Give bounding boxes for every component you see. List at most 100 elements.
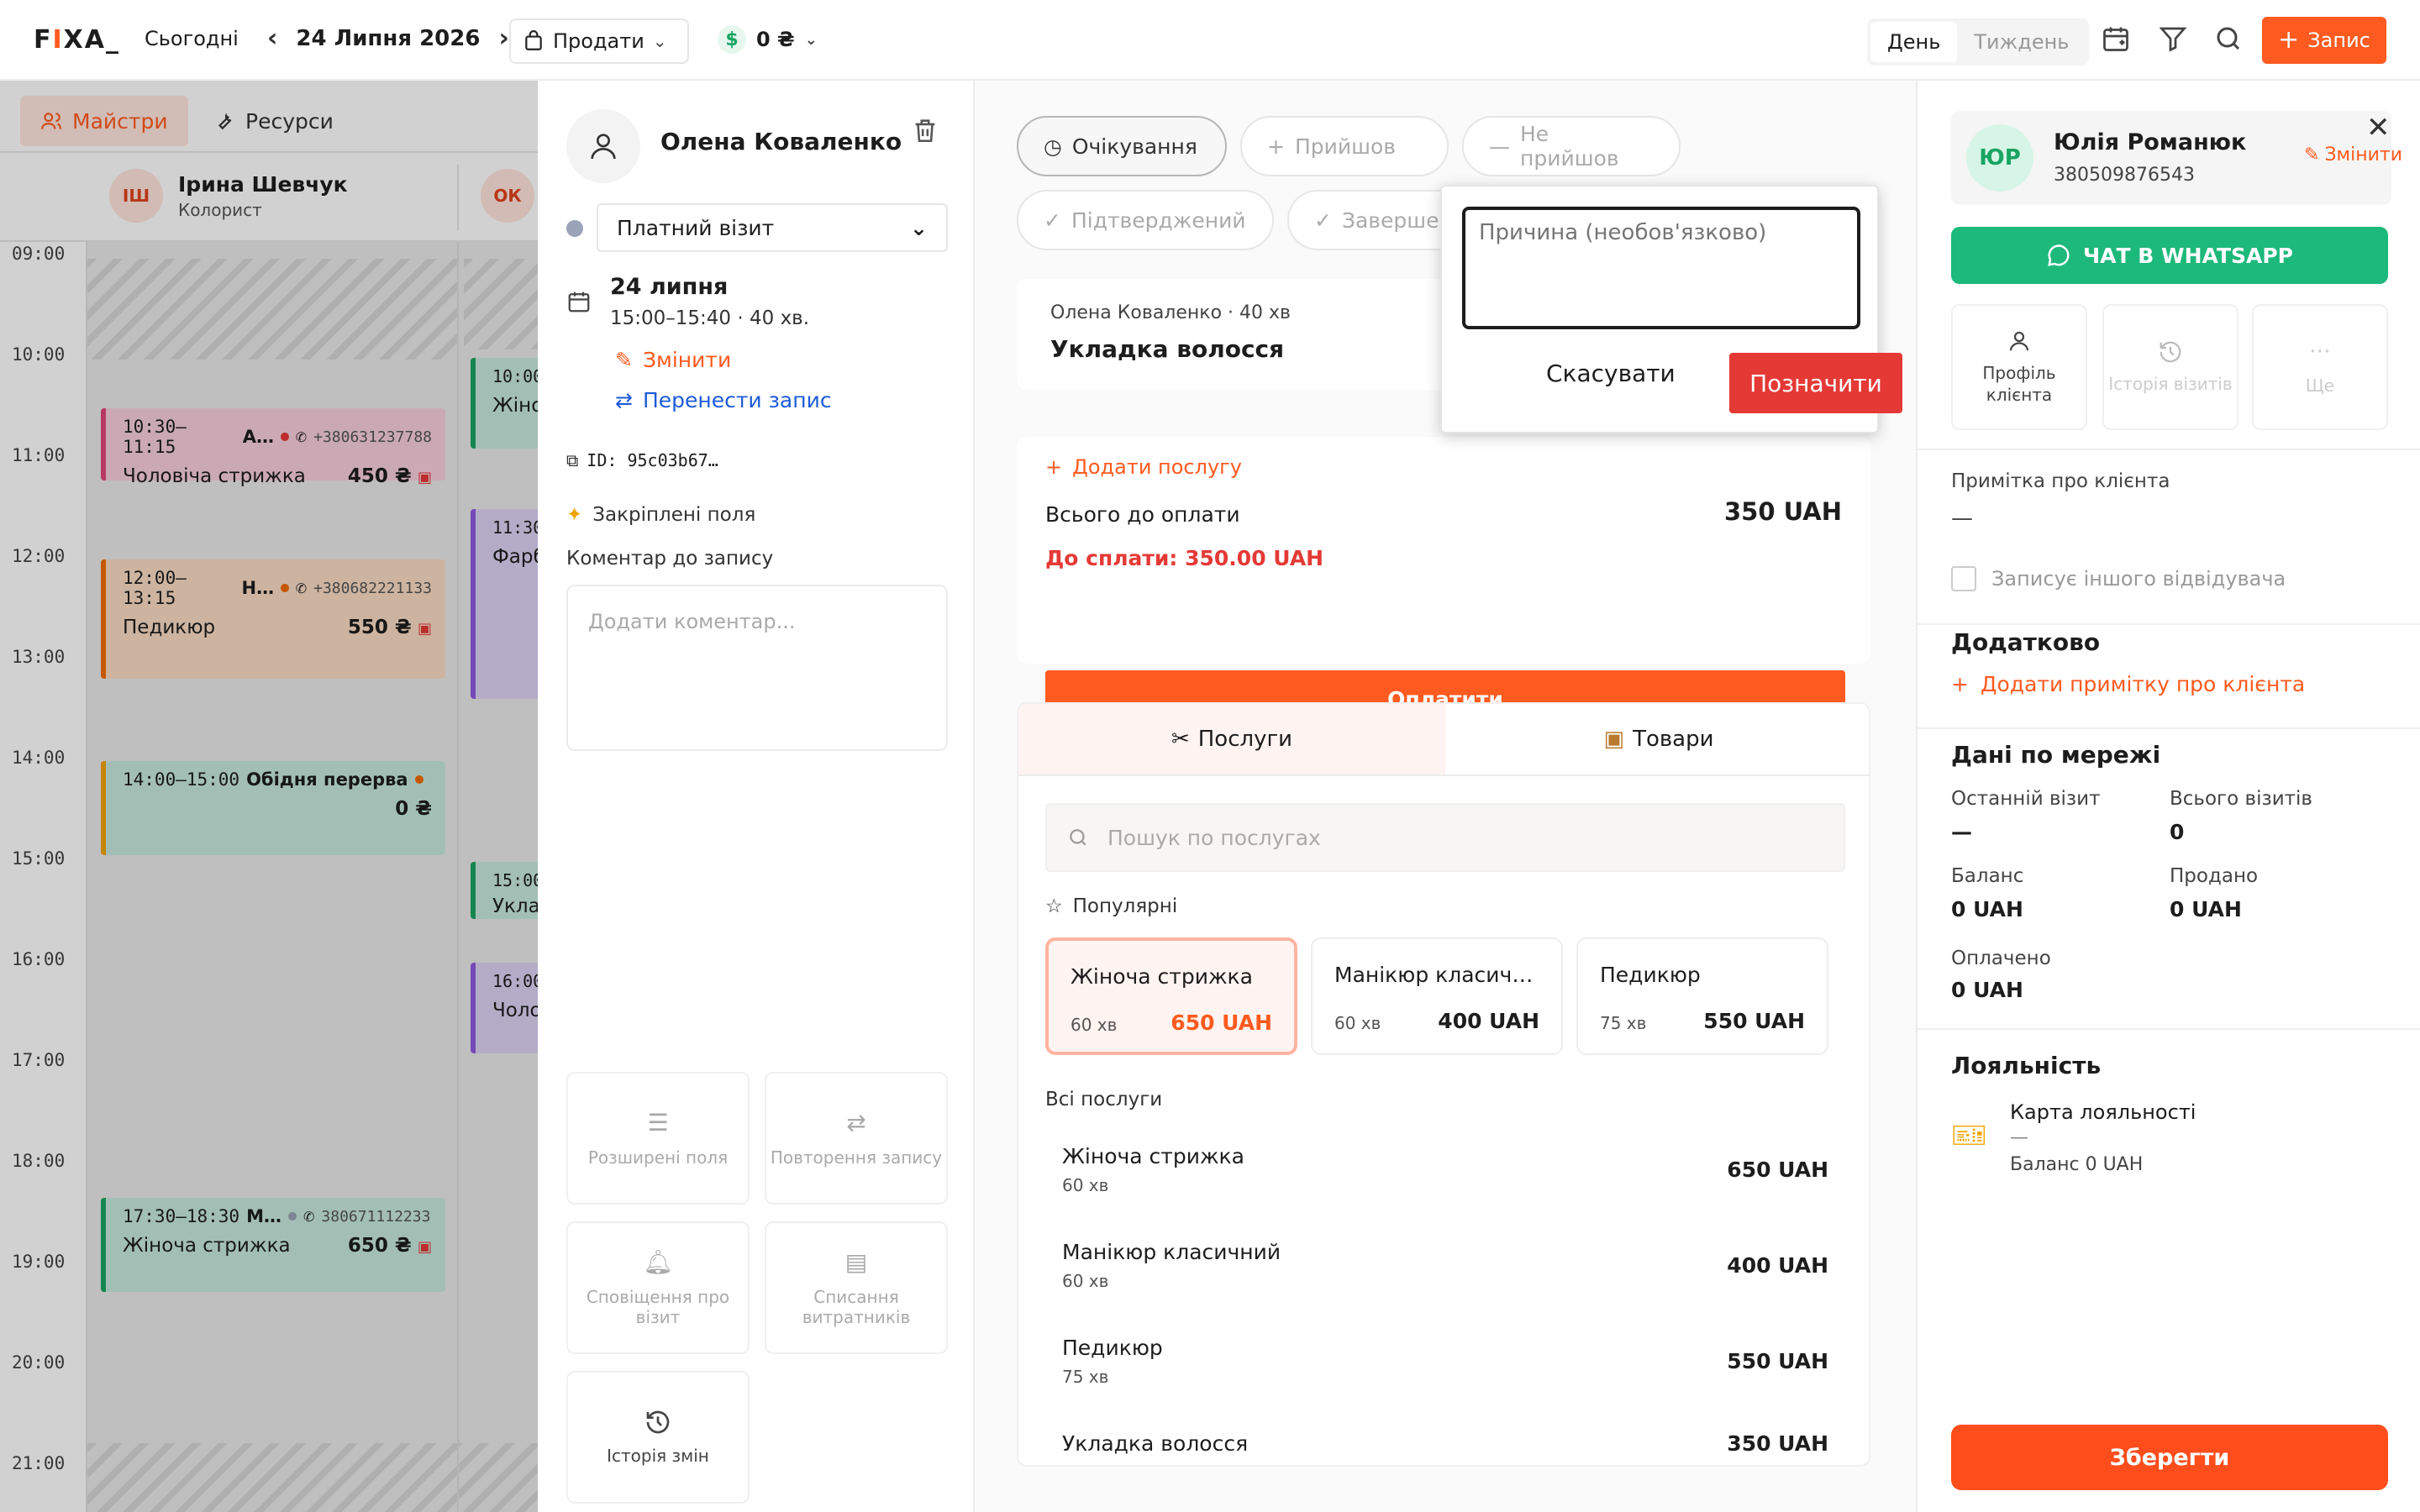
tab-goods[interactable]: ▣ Товари <box>1445 704 1869 776</box>
total-visits-value: 0 <box>2170 820 2185 844</box>
client-note-value[interactable]: — <box>1951 506 1973 531</box>
close-icon[interactable]: ✕ <box>2366 111 2391 144</box>
change-client-link[interactable]: ✎ Змінити <box>2304 144 2402 165</box>
top-bar: FIXA_ Сьогодні ‹ 24 Липня 2026 › Продати… <box>0 0 2420 81</box>
move-appointment-link[interactable]: ⇄ Перенести запис <box>615 388 832 412</box>
paid-label: Оплачено <box>1951 948 2051 969</box>
view-day-button[interactable]: День <box>1870 22 1958 62</box>
popular-service-card[interactable]: Жіноча стрижка 60 хв 650 UAH <box>1045 937 1297 1055</box>
service-row[interactable]: Педикюр 75 хв 550 UAH <box>1062 1336 1828 1387</box>
popular-service-card[interactable]: Педикюр 75 хв 550 UAH <box>1576 937 1828 1055</box>
filter-icon[interactable] <box>2158 24 2191 57</box>
dollar-icon: $ <box>718 25 746 54</box>
extra-section-title: Додатково <box>1951 628 2101 656</box>
service-row[interactable]: Жіноча стрижка 60 хв 650 UAH <box>1062 1144 1828 1195</box>
popular-service-card[interactable]: Манікюр класичн… 60 хв 400 UAH <box>1311 937 1563 1055</box>
client-phone: 380509876543 <box>2054 165 2195 186</box>
plus-icon: + <box>1951 672 1969 696</box>
cancel-button[interactable]: Скасувати <box>1546 360 1676 387</box>
divider <box>1918 449 2420 450</box>
client-name: Юлія Романюк <box>2054 129 2247 155</box>
appointment-id[interactable]: ⧉ ID: 95c03b67… <box>566 450 718 470</box>
total-value: 350 UAH <box>1723 497 1842 526</box>
plus-icon: + <box>1045 455 1063 479</box>
status-arrived-button[interactable]: + Прийшов <box>1240 116 1449 176</box>
minus-icon: — <box>1489 134 1510 159</box>
reason-input[interactable] <box>1462 207 1860 329</box>
loyalty-card-label[interactable]: Карта лояльності <box>2010 1100 2196 1124</box>
client-card[interactable]: ЮР Юлія Романюк 380509876543 ✎ Змінити <box>1951 111 2402 205</box>
comment-input[interactable]: Додати коментар... <box>566 585 948 751</box>
change-time-link[interactable]: ✎ Змінити <box>615 348 731 372</box>
status-noshow-button[interactable]: — Не прийшов <box>1462 116 1681 176</box>
calendar-add-icon[interactable] <box>2101 24 2134 57</box>
checkbox[interactable] <box>1951 566 1976 591</box>
trash-icon[interactable] <box>911 116 939 150</box>
appointment-date: 24 липня <box>610 274 729 300</box>
more-button[interactable]: ⋯ Ще <box>2252 304 2388 430</box>
search-icon[interactable] <box>2213 24 2247 57</box>
last-visit-label: Останній візит <box>1951 788 2101 810</box>
total-label: Всього до оплати <box>1045 502 1240 527</box>
overlay-backdrop[interactable] <box>0 81 538 1512</box>
chevron-down-icon: ⌄ <box>910 215 928 240</box>
balance-indicator[interactable]: $ 0 ₴ ⌄ <box>718 25 818 54</box>
chevron-right-icon[interactable]: › <box>498 24 508 53</box>
service-search-input[interactable]: Пошук по послугах <box>1045 803 1845 872</box>
pencil-icon: ✎ <box>615 348 633 372</box>
add-service-link[interactable]: + Додати послугу <box>1045 455 1242 479</box>
visit-type-select[interactable]: Платний візит ⌄ <box>597 203 948 252</box>
extended-fields-button[interactable]: ☰ Розширені поля <box>566 1072 750 1205</box>
today-button[interactable]: Сьогодні <box>145 27 239 50</box>
pinned-fields[interactable]: ✦ Закріплені поля <box>566 504 755 526</box>
client-profile-button[interactable]: Профіль клієнта <box>1951 304 2087 430</box>
all-services-label: Всі послуги <box>1045 1089 1163 1110</box>
check-icon: ✓ <box>1314 207 1332 233</box>
comment-label: Коментар до запису <box>566 548 774 570</box>
add-client-note-link[interactable]: + Додати примітку про клієнта <box>1951 672 2305 696</box>
tab-services[interactable]: ✂ Послуги <box>1018 704 1445 776</box>
view-week-button[interactable]: Тиждень <box>1957 22 2086 62</box>
total-visits-label: Всього візитів <box>2170 788 2312 810</box>
clock-icon: ◷ <box>1044 134 1062 159</box>
copy-icon: ⧉ <box>566 450 579 470</box>
balance-label: Баланс <box>1951 865 2024 887</box>
logo[interactable]: FIXA_ <box>34 25 120 55</box>
sell-dropdown[interactable]: Продати ⌄ <box>509 18 689 64</box>
visit-notification-button[interactable]: 🔔︎ Сповіщення про візит <box>566 1221 750 1354</box>
sparkles-icon: ✦ <box>566 504 583 526</box>
service-row[interactable]: Манікюр класичний 60 хв 400 UAH <box>1062 1240 1828 1291</box>
calendar-icon <box>566 289 592 319</box>
visit-history-button[interactable]: Історія візитів <box>2102 304 2238 430</box>
chevron-down-icon: ⌄ <box>804 30 818 49</box>
repeat-appointment-button[interactable]: ⇄ Повторення запису <box>765 1072 948 1205</box>
client-name[interactable]: Олена Коваленко <box>660 128 902 155</box>
loyalty-balance: Баланс 0 UAH <box>2010 1154 2144 1175</box>
consumables-writeoff-button[interactable]: ▤ Списання витратників <box>765 1221 948 1354</box>
appointment-time: 15:00–15:40 · 40 хв. <box>610 307 810 329</box>
paid-value: 0 UAH <box>1951 978 2023 1002</box>
mark-noshow-button[interactable]: Позначити <box>1729 353 1902 413</box>
chevron-left-icon[interactable]: ‹ <box>267 24 277 53</box>
status-confirmed-button[interactable]: ✓ Підтверджений <box>1017 190 1274 250</box>
save-button[interactable]: Зберегти <box>1951 1425 2388 1490</box>
noshow-reason-popover: Скасувати Позначити <box>1440 185 1902 433</box>
plus-icon: + <box>1267 134 1285 159</box>
avatar: ЮР <box>1966 124 2033 192</box>
appointment-detail-panel: Олена Коваленко Платний візит ⌄ 24 липня… <box>538 81 975 1512</box>
service-row[interactable]: Укладка волосся 350 UAH <box>1062 1431 1828 1456</box>
change-history-button[interactable]: Історія змін <box>566 1371 750 1504</box>
status-waiting-button[interactable]: ◷ Очікування <box>1017 116 1227 176</box>
last-visit-value: — <box>1951 820 1972 844</box>
shopping-bag-icon <box>525 30 542 50</box>
payment-card: + Додати послугу Всього до оплати 350 UAH… <box>1017 437 1870 664</box>
visit-type-dot <box>566 220 583 237</box>
client-note-label: Примітка про клієнта <box>1951 470 2170 492</box>
current-date[interactable]: 24 Липня 2026 <box>296 26 480 51</box>
amount-due: До сплати: 350.00 UAH <box>1045 546 1324 570</box>
repeat-icon: ⇄ <box>846 1109 866 1137</box>
add-appointment-button[interactable]: + Запис <box>2262 17 2386 64</box>
whatsapp-chat-button[interactable]: ЧАТ В WHATSAPP <box>1951 227 2388 284</box>
services-tabs-box: ✂ Послуги ▣ Товари Пошук по послугах ☆ Попу… <box>1017 702 1870 1467</box>
other-visitor-checkbox[interactable]: Записує іншого відвідувача <box>1951 566 2286 591</box>
